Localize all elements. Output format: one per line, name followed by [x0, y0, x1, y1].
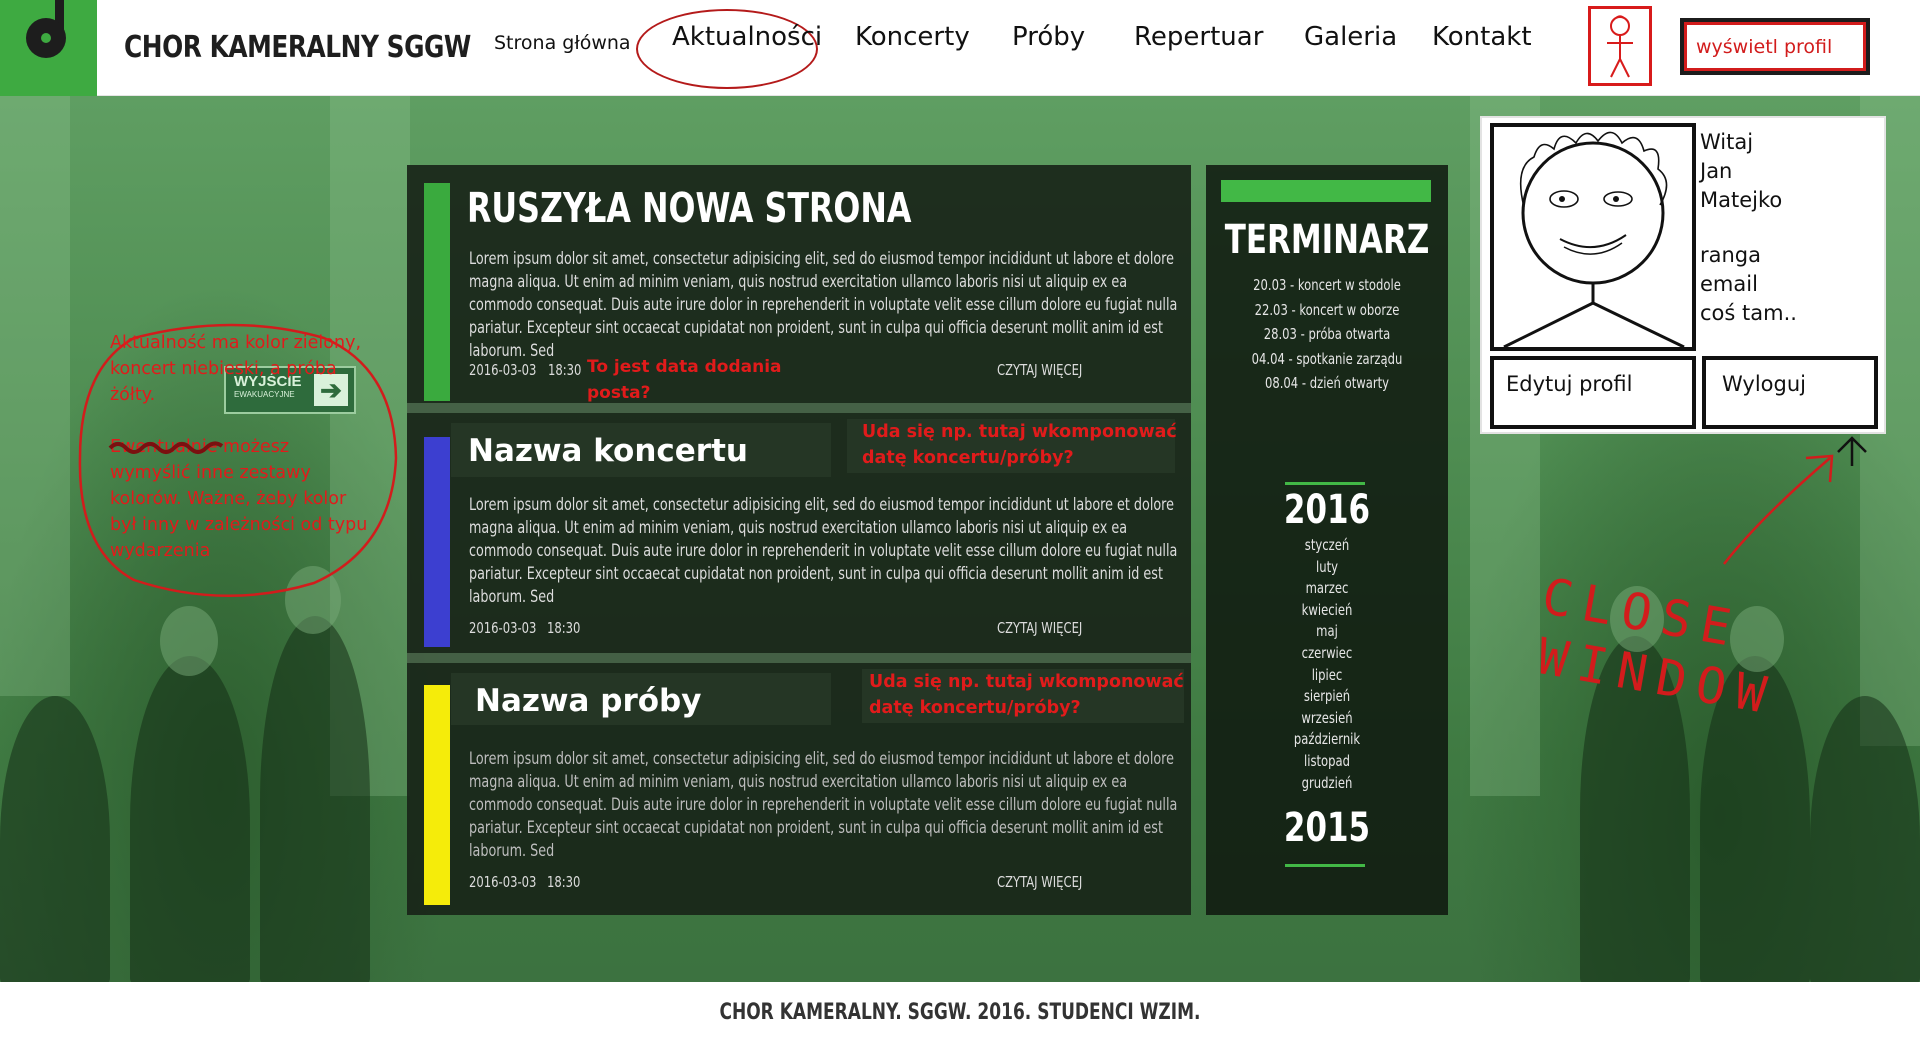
post-title[interactable]: Nazwa koncertu	[468, 433, 748, 469]
post-date: 2016-03-03	[469, 619, 537, 637]
calendar-month[interactable]: listopad	[1223, 751, 1431, 773]
calendar-month[interactable]: styczeń	[1223, 535, 1431, 557]
post-body: Lorem ipsum dolor sit amet, consectetur …	[469, 749, 1178, 860]
annotation-note: Uda się np. tutaj wkomponować datę konce…	[862, 422, 1177, 468]
calendar-month[interactable]: lipiec	[1223, 665, 1431, 687]
post-time: 18:30	[547, 619, 581, 637]
calendar-month[interactable]: maj	[1223, 621, 1431, 643]
calendar-month[interactable]: grudzień	[1223, 773, 1431, 795]
profile-email: email	[1700, 272, 1758, 296]
nav-home[interactable]: Strona główna	[494, 32, 631, 54]
footer-text: CHOR KAMERALNY. SGGW. 2016. STUDENCI WZI…	[719, 1000, 1201, 1025]
profile-info: Witaj Jan Matejko ranga email coś tam..	[1700, 128, 1797, 328]
calendar-month[interactable]: czerwiec	[1223, 643, 1431, 665]
calendar-sidebar: TERMINARZ 20.03 - koncert w stodole 22.0…	[1206, 165, 1448, 915]
post-title[interactable]: RUSZYŁA NOWA STRONA	[467, 184, 911, 232]
rehearsal-post[interactable]: Nazwa próby Uda się np. tutaj wkomponowa…	[407, 663, 1191, 915]
divider	[1285, 864, 1365, 867]
annotation-arrow	[1723, 454, 1834, 565]
divider	[1285, 482, 1365, 485]
calendar-month[interactable]: kwiecień	[1223, 600, 1431, 622]
calendar-month[interactable]: październik	[1223, 729, 1431, 751]
calendar-events: 20.03 - koncert w stodole 22.03 - koncer…	[1206, 273, 1448, 396]
calendar-month[interactable]: wrzesień	[1223, 708, 1431, 730]
calendar-event[interactable]: 22.03 - koncert w oborze	[1223, 298, 1431, 323]
nav-concerts[interactable]: Koncerty	[855, 22, 970, 52]
concert-post[interactable]: Nazwa koncertu Uda się np. tutaj wkompon…	[407, 413, 1191, 653]
news-post[interactable]: RUSZYŁA NOWA STRONA Lorem ipsum dolor si…	[407, 165, 1191, 403]
calendar-event[interactable]: 08.04 - dzień otwarty	[1223, 371, 1431, 396]
singer-figure	[0, 696, 110, 986]
calendar-months: styczeń luty marzec kwiecień maj czerwie…	[1206, 535, 1448, 794]
post-type-bar	[424, 183, 450, 401]
site-title[interactable]: CHOR KAMERALNY SGGW	[124, 30, 471, 65]
annotation-note: Uda się np. tutaj wkomponować datę konce…	[869, 672, 1184, 718]
calendar-month[interactable]: sierpień	[1223, 686, 1431, 708]
singer-figure	[160, 606, 218, 676]
scribble-strikethrough	[108, 441, 224, 454]
calendar-title: TERMINARZ	[1224, 217, 1430, 263]
profile-greeting: Witaj	[1700, 130, 1754, 154]
profile-picture	[1490, 123, 1696, 351]
building-pillar	[0, 96, 70, 696]
post-title[interactable]: Nazwa próby	[475, 683, 701, 719]
post-body: Lorem ipsum dolor sit amet, consectetur …	[469, 249, 1178, 360]
calendar-accent-bar	[1221, 180, 1431, 202]
calendar-month[interactable]: luty	[1223, 557, 1431, 579]
calendar-year-current[interactable]: 2016	[1223, 487, 1431, 533]
nav-repertoire[interactable]: Repertuar	[1134, 22, 1263, 52]
user-avatar-icon[interactable]	[1588, 6, 1652, 86]
profile-other: coś tam..	[1700, 301, 1797, 325]
annotation-note: To jest data dodania posta?	[587, 357, 782, 403]
singer-figure	[1810, 696, 1920, 986]
nav-gallery[interactable]: Galeria	[1304, 22, 1397, 52]
header: CHOR KAMERALNY SGGW Strona główna Aktual…	[0, 0, 1920, 96]
nav-news[interactable]: Aktualności	[672, 22, 822, 52]
edit-profile-button[interactable]: Edytuj profil	[1490, 356, 1696, 429]
post-type-bar	[424, 685, 450, 905]
calendar-event[interactable]: 28.03 - próba otwarta	[1223, 322, 1431, 347]
logo[interactable]	[0, 0, 97, 96]
page: CHOR KAMERALNY SGGW Strona główna Aktual…	[0, 0, 1920, 1041]
profile-last-name: Matejko	[1700, 188, 1783, 212]
singer-figure	[130, 656, 250, 986]
post-body: Lorem ipsum dolor sit amet, consectetur …	[469, 495, 1178, 606]
read-more-link[interactable]: CZYTAJ WIĘCEJ	[997, 873, 1082, 891]
news-feed: RUSZYŁA NOWA STRONA Lorem ipsum dolor si…	[407, 165, 1191, 915]
divider	[407, 403, 1191, 413]
singer-figure	[260, 616, 370, 986]
post-type-bar	[424, 437, 450, 647]
profile-first-name: Jan	[1700, 159, 1733, 183]
nav-contact[interactable]: Kontakt	[1432, 22, 1532, 52]
annotation-note: Aktualność ma kolor zielony, koncert nie…	[110, 333, 362, 405]
profile-popup: Witaj Jan Matejko ranga email coś tam.. …	[1480, 116, 1886, 466]
post-time: 18:30	[547, 873, 581, 891]
calendar-month[interactable]: marzec	[1223, 578, 1431, 600]
music-note-icon	[26, 18, 66, 58]
read-more-link[interactable]: CZYTAJ WIĘCEJ	[997, 619, 1082, 637]
divider	[407, 653, 1191, 663]
show-profile-button[interactable]: wyświetl profil	[1680, 18, 1870, 75]
footer: CHOR KAMERALNY. SGGW. 2016. STUDENCI WZI…	[0, 982, 1920, 1041]
calendar-event[interactable]: 20.03 - koncert w stodole	[1223, 273, 1431, 298]
calendar-event[interactable]: 04.04 - spotkanie zarządu	[1223, 347, 1431, 372]
logout-button[interactable]: Wyloguj	[1702, 356, 1878, 429]
profile-rank: ranga	[1700, 243, 1762, 267]
post-date: 2016-03-03	[469, 873, 537, 891]
post-date: 2016-03-03	[469, 361, 537, 379]
read-more-link[interactable]: CZYTAJ WIĘCEJ	[997, 361, 1082, 379]
calendar-year-previous[interactable]: 2015	[1223, 805, 1431, 851]
nav-rehearsals[interactable]: Próby	[1012, 22, 1085, 52]
post-time: 18:30	[548, 361, 582, 379]
